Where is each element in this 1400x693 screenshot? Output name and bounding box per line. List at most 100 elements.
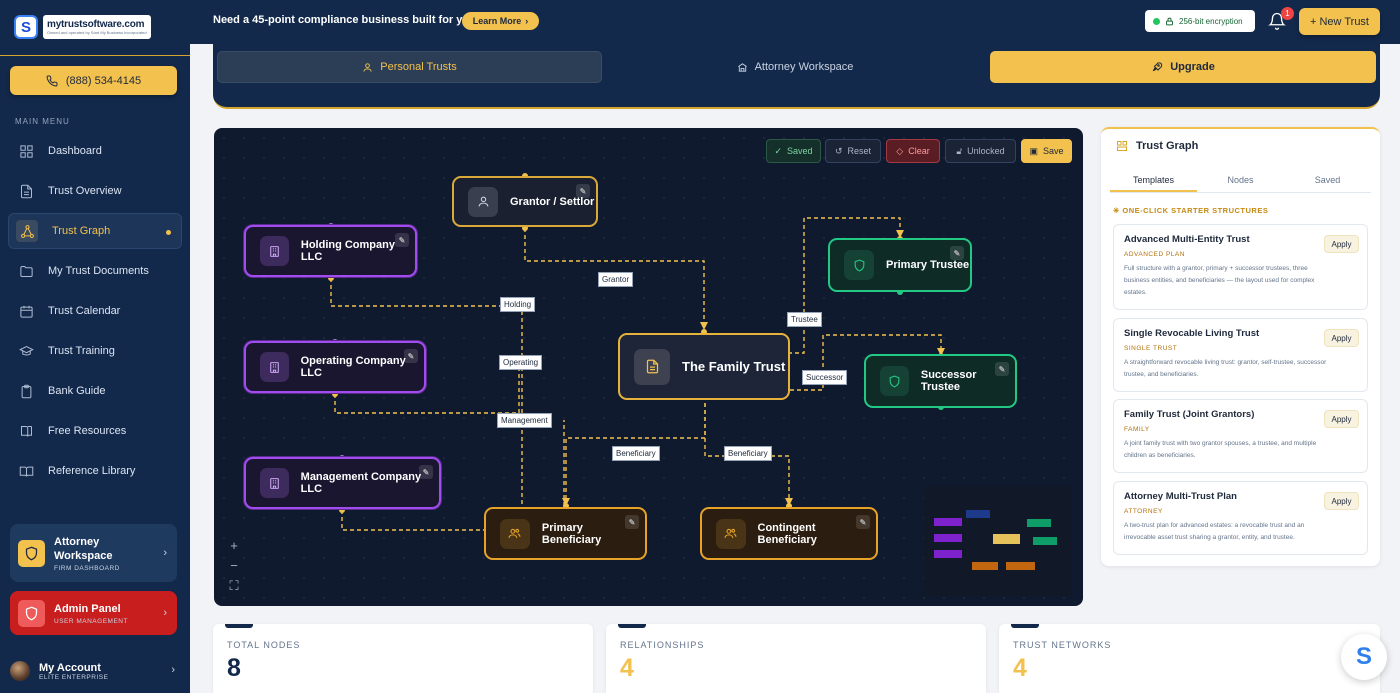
graph-icon-box: [16, 220, 38, 242]
sidebar-item-reference-library[interactable]: Reference Library: [8, 453, 182, 489]
reset-icon: ↺: [834, 145, 843, 156]
new-trust-button[interactable]: + New Trust: [1299, 8, 1380, 35]
sidebar-item-label: Bank Guide: [48, 385, 106, 397]
apply-button[interactable]: Apply: [1324, 492, 1359, 510]
attorney-workspace-card[interactable]: Attorney Workspace FIRM DASHBOARD ›: [10, 524, 177, 582]
stat-label: RELATIONSHIPS: [620, 640, 705, 650]
panel-title: Trust Graph: [1136, 140, 1199, 152]
saved-label: Saved: [787, 146, 813, 156]
user-icon: [363, 62, 372, 72]
apply-button[interactable]: Apply: [1324, 235, 1359, 253]
reset-button[interactable]: ↺ Reset: [825, 139, 881, 163]
stat-value: 8: [227, 654, 241, 682]
template-name: Family Trust (Joint Grantors): [1124, 409, 1255, 420]
apply-button[interactable]: Apply: [1324, 410, 1359, 428]
admin-panel-card[interactable]: Admin Panel USER MANAGEMENT ›: [10, 591, 177, 635]
sidebar-item-trust-graph[interactable]: Trust Graph: [8, 213, 182, 249]
tab-upgrade[interactable]: Upgrade: [990, 51, 1376, 83]
node-family-trust[interactable]: The Family Trust: [618, 333, 790, 400]
panel-tabs: Templates Nodes Saved: [1110, 167, 1371, 193]
apply-button[interactable]: Apply: [1324, 329, 1359, 347]
node-primary-trustee[interactable]: Primary Trustee ✎: [828, 238, 972, 292]
sidebar-item-free-resources[interactable]: Free Resources: [8, 413, 182, 449]
learn-more-button[interactable]: Learn More ›: [462, 12, 539, 30]
minimap[interactable]: [924, 486, 1072, 596]
node-grantor[interactable]: Grantor / Settlor ✎: [452, 176, 598, 227]
node-operating-company[interactable]: Operating Company LLC ✎: [244, 341, 426, 393]
template-card[interactable]: Advanced Multi-Entity Trust ADVANCED PLA…: [1113, 224, 1368, 310]
attorney-workspace-subtitle: FIRM DASHBOARD: [54, 564, 120, 572]
sidebar-item-trust-training[interactable]: Trust Training: [8, 333, 182, 369]
trust-graph-panel: Trust Graph Templates Nodes Saved ✳ ONE-…: [1101, 127, 1380, 566]
minimap-node: [966, 510, 990, 518]
edit-icon[interactable]: ✎: [625, 515, 639, 529]
edit-icon[interactable]: ✎: [856, 515, 870, 529]
template-category: ATTORNEY: [1124, 508, 1163, 515]
lock-toggle-button[interactable]: 🔓︎ Unlocked: [945, 139, 1016, 163]
edit-icon[interactable]: ✎: [404, 349, 418, 363]
node-successor-trustee[interactable]: Successor Trustee ✎: [864, 354, 1017, 408]
building-icon: [260, 236, 289, 266]
stat-accent: [225, 624, 253, 628]
tab-label: Upgrade: [1170, 61, 1215, 73]
chat-widget-button[interactable]: S: [1341, 634, 1387, 680]
template-name: Attorney Multi-Trust Plan: [1124, 491, 1237, 502]
building-icon: [260, 468, 289, 498]
edit-icon[interactable]: ✎: [950, 246, 964, 260]
sidebar-item-bank-guide[interactable]: Bank Guide: [8, 373, 182, 409]
edit-icon[interactable]: ✎: [419, 465, 433, 479]
edit-icon[interactable]: ✎: [995, 362, 1009, 376]
arrowhead: [562, 498, 570, 506]
template-description: A joint family trust with two grantor sp…: [1124, 440, 1317, 459]
logo[interactable]: S mytrustsoftware.com Owned and operated…: [14, 14, 151, 40]
minimap-node: [934, 550, 962, 558]
edit-icon[interactable]: ✎: [576, 184, 590, 198]
arrowhead: [896, 230, 904, 238]
sidebar-item-label: Trust Calendar: [48, 305, 121, 317]
logo-tagline: Owned and operated by Start My Business …: [47, 30, 147, 35]
trust-graph-canvas[interactable]: ✓ Saved ↺ Reset ◇ Clear 🔓︎ Unlocked ▣ Save Gr…: [214, 128, 1083, 606]
encryption-label: 256-bit encryption: [1179, 16, 1243, 26]
sidebar-item-my-trust-documents[interactable]: My Trust Documents: [8, 253, 182, 289]
save-button[interactable]: ▣ Save: [1021, 139, 1072, 163]
stat-accent: [618, 624, 646, 628]
phone-button[interactable]: (888) 534-4145: [10, 66, 177, 95]
sidebar-item-trust-calendar[interactable]: Trust Calendar: [8, 293, 182, 329]
node-contingent-beneficiary[interactable]: Contingent Beneficiary ✎: [700, 507, 878, 560]
users-icon: [716, 518, 746, 549]
template-card[interactable]: Single Revocable Living Trust SINGLE TRU…: [1113, 318, 1368, 392]
template-card[interactable]: Attorney Multi-Trust Plan ATTORNEY A two…: [1113, 481, 1368, 555]
tab-personal-trusts[interactable]: Personal Trusts: [217, 51, 602, 83]
sidebar-item-trust-overview[interactable]: Trust Overview: [8, 173, 182, 209]
zoom-out-icon[interactable]: −: [224, 558, 244, 574]
zoom-in-icon[interactable]: +: [224, 538, 244, 554]
node-management-company[interactable]: Management Company LLC ✎: [244, 457, 441, 509]
minimap-node: [1027, 519, 1051, 527]
template-category: ADVANCED PLAN: [1124, 251, 1185, 258]
save-label: Save: [1043, 146, 1064, 156]
tab-nodes[interactable]: Nodes: [1197, 167, 1284, 192]
tab-templates[interactable]: Templates: [1110, 167, 1197, 192]
sidebar-item-dashboard[interactable]: Dashboard: [8, 133, 182, 169]
clear-button[interactable]: ◇ Clear: [886, 139, 940, 163]
my-account[interactable]: My Account ELITE ENTERPRISE ›: [10, 656, 180, 686]
top-bar: Need a 45-point compliance business buil…: [190, 0, 1400, 44]
admin-panel-subtitle: USER MANAGEMENT: [54, 617, 128, 625]
reset-label: Reset: [847, 146, 872, 156]
stat-value: 4: [620, 654, 634, 682]
template-category: SINGLE TRUST: [1124, 345, 1178, 352]
encryption-badge: 256-bit encryption: [1145, 10, 1255, 32]
account-title: My Account: [39, 661, 101, 674]
template-name: Single Revocable Living Trust: [1124, 328, 1260, 339]
template-description: Full structure with a grantor, primary +…: [1124, 265, 1315, 296]
graph-icon: [1117, 141, 1127, 151]
fit-view-icon[interactable]: ⛶: [224, 578, 244, 594]
node-holding-company[interactable]: Holding Company LLC ✎: [244, 225, 417, 277]
node-primary-beneficiary[interactable]: Primary Beneficiary ✎: [484, 507, 647, 560]
edit-icon[interactable]: ✎: [395, 233, 409, 247]
book-open-icon: [19, 466, 34, 477]
template-card[interactable]: Family Trust (Joint Grantors) FAMILY A j…: [1113, 399, 1368, 473]
tab-attorney-workspace[interactable]: Attorney Workspace: [605, 51, 985, 83]
users-icon: [500, 518, 530, 549]
tab-saved[interactable]: Saved: [1284, 167, 1371, 192]
